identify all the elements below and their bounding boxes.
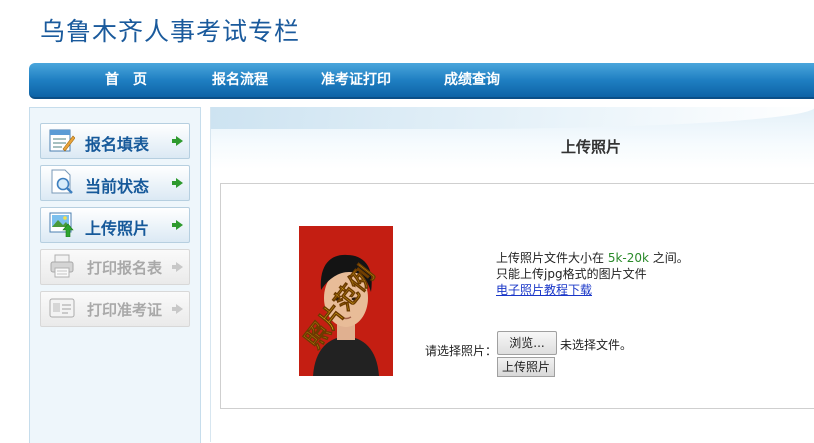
- sidebar-item-label: 当前状态: [85, 177, 150, 196]
- sidebar-item-current-status[interactable]: 当前状态: [40, 165, 190, 201]
- arrow-right-icon: [172, 136, 183, 146]
- nav-registration-process[interactable]: 报名流程: [212, 63, 268, 97]
- size-text-suffix: 之间。: [648, 251, 689, 265]
- status-search-icon: [51, 169, 73, 194]
- size-text-prefix: 上传照片文件大小在: [496, 251, 608, 265]
- sidebar: 报名填表 当前状态 上传照片 打印报名表 打印准考证: [29, 107, 201, 443]
- sidebar-item-registration-form[interactable]: 报名填表: [40, 123, 190, 159]
- page-title: 上传照片: [561, 138, 622, 156]
- photo-tutorial-link[interactable]: 电子照片教程下载: [496, 283, 592, 297]
- printer-icon: [50, 254, 74, 278]
- upload-info: 上传照片文件大小在 5k-20k 之间。 只能上传jpg格式的图片文件 电子照片…: [496, 250, 689, 298]
- arrow-right-icon: [172, 220, 183, 230]
- sidebar-item-label: 上传照片: [85, 219, 150, 238]
- no-file-text: 未选择文件。: [560, 338, 633, 352]
- nav-score-query[interactable]: 成绩查询: [444, 63, 500, 97]
- size-requirement: 上传照片文件大小在 5k-20k 之间。: [496, 250, 689, 266]
- id-card-icon: [49, 298, 75, 318]
- sidebar-item-label: 报名填表: [85, 135, 150, 154]
- sidebar-item-print-admission: 打印准考证: [40, 291, 190, 327]
- upload-photo-button[interactable]: 上传照片: [497, 357, 555, 377]
- site-title: 乌鲁木齐人事考试专栏: [40, 17, 301, 46]
- nav-admission-ticket[interactable]: 准考证打印: [321, 63, 391, 97]
- arrow-right-icon: [172, 262, 183, 272]
- sidebar-item-upload-photo[interactable]: 上传照片: [40, 207, 190, 243]
- form-icon: [49, 129, 75, 152]
- browse-button[interactable]: 浏览...: [497, 331, 557, 355]
- sidebar-item-label: 打印报名表: [87, 259, 163, 277]
- upload-panel: 照片范例 上传照片文件大小在 5k-20k 之间。 只能上传jpg格式的图片文件…: [220, 183, 814, 409]
- sample-photo: 照片范例: [299, 226, 393, 376]
- main-nav: 首 页 报名流程 准考证打印 成绩查询: [29, 63, 814, 99]
- header-decoration: [211, 107, 814, 129]
- nav-home[interactable]: 首 页: [105, 63, 147, 97]
- arrow-right-icon: [172, 304, 183, 314]
- sidebar-item-label: 打印准考证: [87, 301, 163, 319]
- format-requirement: 只能上传jpg格式的图片文件: [496, 267, 647, 281]
- arrow-right-icon: [172, 178, 183, 188]
- main-content: 上传照片 照片范例 上传照片文件大小在 5k-20k 之间。 只能上传jpg格式…: [210, 107, 814, 442]
- sidebar-item-print-registration: 打印报名表: [40, 249, 190, 285]
- size-range: 5k-20k: [607, 251, 649, 265]
- choose-photo-label: 请选择照片：: [425, 344, 498, 358]
- upload-photo-icon: [49, 212, 74, 237]
- content-header: [211, 107, 814, 169]
